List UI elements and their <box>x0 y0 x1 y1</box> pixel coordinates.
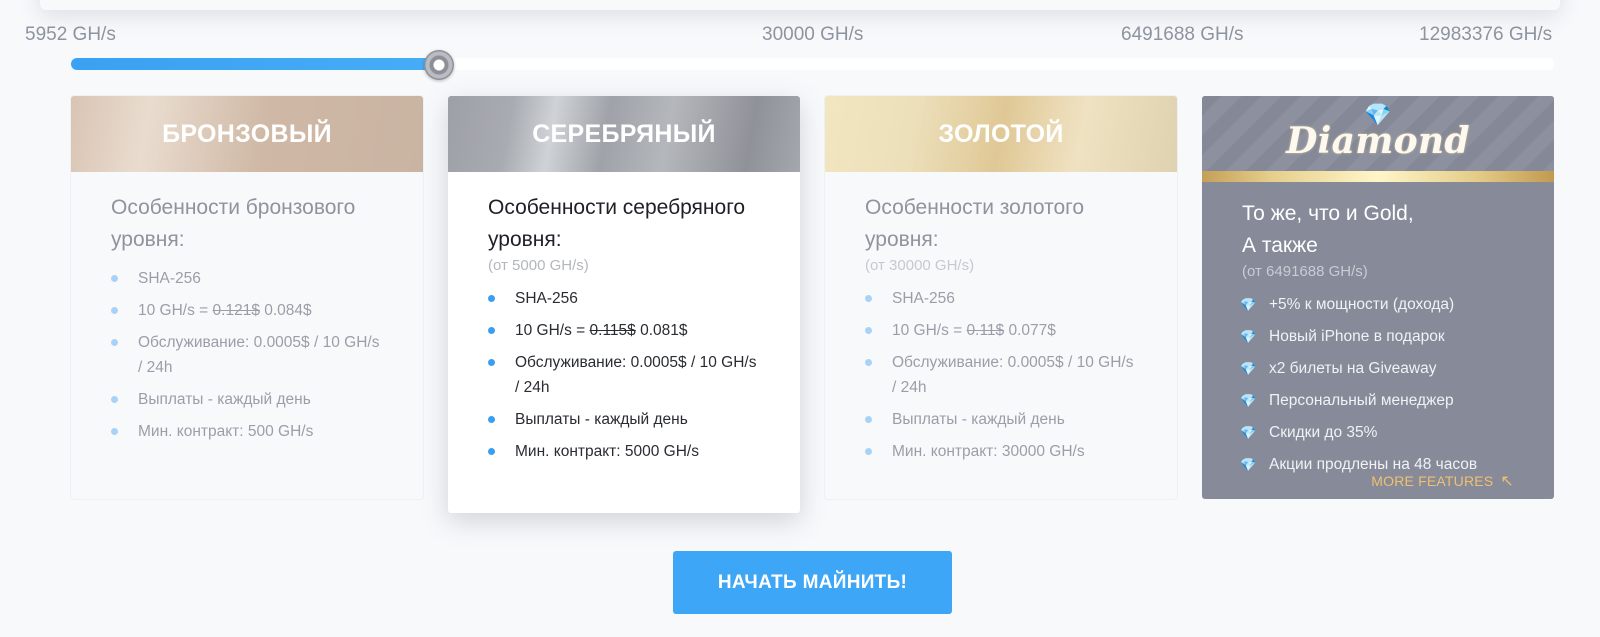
feature-item: Мин. контракт: 30000 GH/s <box>865 439 1137 464</box>
feature-item: Выплаты - каждый день <box>111 387 383 412</box>
feature-item: 💎 Скидки до 35% <box>1240 420 1514 445</box>
plan-heading: Особенности золотого уровня: <box>865 196 1085 251</box>
plan-subtitle: (от 6491688 GH/s) <box>1242 263 1368 280</box>
feature-list: SHA-256 10 GH/s = 0.121$ 0.084$ Обслужив… <box>111 266 383 444</box>
plan-card-silver[interactable]: СЕРЕБРЯНЫЙ Особенности серебряного уровня… <box>448 96 800 513</box>
feature-item: Обслуживание: 0.0005$ / 10 GH/s / 24h <box>488 350 760 400</box>
feature-list: SHA-256 10 GH/s = 0.115$ 0.081$ Обслужив… <box>488 286 760 464</box>
bullet-icon <box>111 339 118 346</box>
feature-item: Выплаты - каждый день <box>865 407 1137 432</box>
diamond-bullet-icon: 💎 <box>1240 297 1257 312</box>
bullet-icon <box>865 327 872 334</box>
diamond-bullet-icon: 💎 <box>1240 361 1257 376</box>
plan-header-diamond: 💎 Diamond <box>1202 96 1554 171</box>
bullet-icon <box>111 428 118 435</box>
cursor-click-icon: ↖ <box>1500 473 1514 490</box>
feature-list: SHA-256 10 GH/s = 0.11$ 0.077$ Обслужива… <box>865 286 1137 464</box>
new-price: 0.077$ <box>1004 322 1056 339</box>
top-panel-shadow <box>40 0 1560 10</box>
more-features-link[interactable]: MORE FEATURES ↖ <box>1371 471 1514 491</box>
feature-item: 💎 Персональный менеджер <box>1240 388 1514 413</box>
bullet-icon <box>865 416 872 423</box>
feature-list: 💎 +5% к мощности (дохода) 💎 Новый iPhone в… <box>1240 292 1514 477</box>
feature-item: 💎 +5% к мощности (дохода) <box>1240 292 1514 317</box>
start-mining-button[interactable]: НАЧАТЬ МАЙНИТЬ! <box>673 551 952 614</box>
bullet-icon <box>488 327 495 334</box>
bullet-icon <box>488 359 495 366</box>
plan-header-bronze: БРОНЗОВЫЙ <box>71 96 423 172</box>
bullet-icon <box>111 396 118 403</box>
bullet-icon <box>865 448 872 455</box>
feature-item: Выплаты - каждый день <box>488 407 760 432</box>
feature-item: Мин. контракт: 5000 GH/s <box>488 439 760 464</box>
plan-subtitle: (от 30000 GH/s) <box>865 257 975 274</box>
diamond-bullet-icon: 💎 <box>1240 425 1257 440</box>
bullet-icon <box>488 416 495 423</box>
diamond-bullet-icon: 💎 <box>1240 457 1257 472</box>
hashrate-slider-thumb[interactable] <box>424 50 454 80</box>
bullet-icon <box>865 295 872 302</box>
bullet-icon <box>111 275 118 282</box>
feature-item-price: 10 GH/s = 0.11$ 0.077$ <box>865 318 1137 343</box>
bullet-icon <box>488 295 495 302</box>
feature-item: SHA-256 <box>488 286 760 311</box>
plan-heading: Особенности бронзового уровня: <box>111 196 356 251</box>
hashrate-slider-fill <box>71 58 439 70</box>
plan-header-silver: СЕРЕБРЯНЫЙ <box>448 96 800 172</box>
feature-item-price: 10 GH/s = 0.115$ 0.081$ <box>488 318 760 343</box>
feature-item: 💎 x2 билеты на Giveaway <box>1240 356 1514 381</box>
old-price: 0.115$ <box>589 322 636 339</box>
plan-heading: То же, что и Gold, А также <box>1242 202 1414 257</box>
bullet-icon <box>488 448 495 455</box>
diamond-bullet-icon: 💎 <box>1240 393 1257 408</box>
plan-card-gold[interactable]: ЗОЛОТОЙ Особенности золотого уровня: (от … <box>825 96 1177 499</box>
new-price: 0.081$ <box>635 322 688 339</box>
hashrate-slider-track[interactable] <box>71 58 1554 70</box>
plan-heading: Особенности серебряного уровня: <box>488 196 746 251</box>
plan-header-gold: ЗОЛОТОЙ <box>825 96 1177 172</box>
feature-item: Обслуживание: 0.0005$ / 10 GH/s / 24h <box>865 350 1137 400</box>
scale-label-min: 5952 GH/s <box>25 24 116 45</box>
old-price: 0.11$ <box>966 322 1005 339</box>
old-price: 0.121$ <box>212 302 260 319</box>
feature-item: 💎 Новый iPhone в подарок <box>1240 324 1514 349</box>
bullet-icon <box>865 359 872 366</box>
plan-subtitle: (от 5000 GH/s) <box>488 257 589 274</box>
feature-item: SHA-256 <box>111 266 383 291</box>
feature-item: Обслуживание: 0.0005$ / 10 GH/s / 24h <box>111 330 383 380</box>
scale-label-6491688: 6491688 GH/s <box>1121 24 1244 45</box>
diamond-gem-icon: 💎 <box>1364 102 1392 127</box>
plan-card-bronze[interactable]: БРОНЗОВЫЙ Особенности бронзового уровня: … <box>71 96 423 499</box>
scale-label-30000: 30000 GH/s <box>762 24 864 45</box>
feature-item: Мин. контракт: 500 GH/s <box>111 419 383 444</box>
gold-divider <box>1202 171 1554 182</box>
diamond-bullet-icon: 💎 <box>1240 329 1257 344</box>
scale-label-max: 12983376 GH/s <box>1419 24 1553 45</box>
feature-item: SHA-256 <box>865 286 1137 311</box>
plan-card-diamond[interactable]: 💎 Diamond То же, что и Gold, А также (от … <box>1202 96 1554 499</box>
more-features-label: MORE FEATURES <box>1371 473 1494 489</box>
feature-item-price: 10 GH/s = 0.121$ 0.084$ <box>111 298 383 323</box>
bullet-icon <box>111 307 118 314</box>
new-price: 0.084$ <box>259 302 312 319</box>
